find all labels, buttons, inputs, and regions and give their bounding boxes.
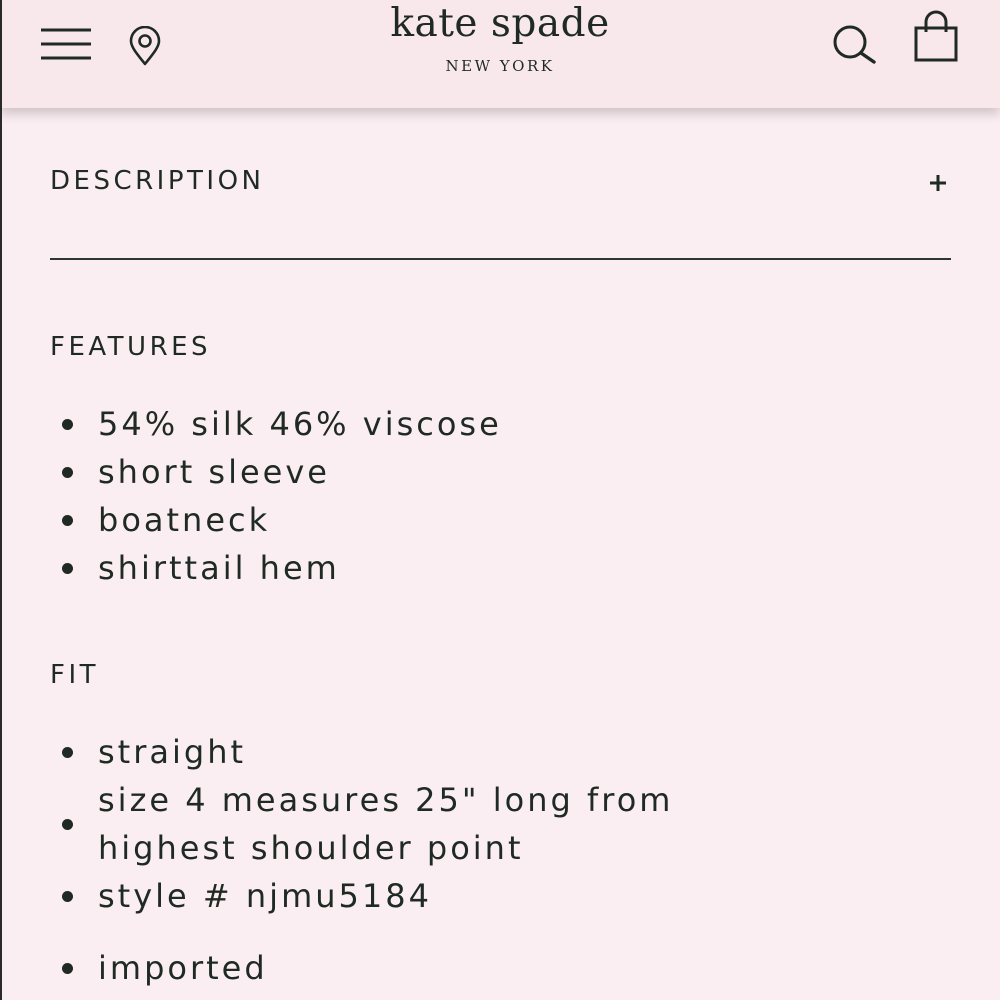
list-item-text: size 4 measures 25" long from highest sh… <box>98 781 674 867</box>
bullet-icon <box>62 467 73 478</box>
list-item-text: 54% silk 46% viscose <box>98 405 502 443</box>
list-item: size 4 measures 25" long from highest sh… <box>50 776 950 872</box>
bullet-icon <box>62 747 73 758</box>
brand-name: kate spade <box>390 1 610 46</box>
brand-tagline: NEW YORK <box>445 57 555 75</box>
brand-logo[interactable]: kate spade NEW YORK <box>300 0 700 75</box>
menu-icon[interactable] <box>40 26 92 62</box>
shopping-bag-icon[interactable] <box>912 10 960 64</box>
list-item: shirttail hem <box>50 544 950 592</box>
bullet-icon <box>62 963 73 974</box>
list-item-text: style # njmu5184 <box>98 877 432 915</box>
list-item: style # njmu5184 <box>50 872 950 920</box>
list-item: boatneck <box>50 496 950 544</box>
list-item-text: imported <box>98 949 268 987</box>
search-icon[interactable] <box>830 22 878 66</box>
list-item-text: straight <box>98 733 247 771</box>
list-item-text: short sleeve <box>98 453 330 491</box>
features-list: 54% silk 46% viscose short sleeve boatne… <box>50 400 950 592</box>
left-edge-border <box>0 0 2 1000</box>
list-item: short sleeve <box>50 448 950 496</box>
fit-heading: FIT <box>50 660 100 690</box>
features-heading: FEATURES <box>50 332 212 362</box>
plus-icon[interactable] <box>929 174 947 192</box>
description-accordion[interactable]: DESCRIPTION <box>50 140 951 260</box>
bullet-icon <box>62 515 73 526</box>
bullet-icon <box>62 819 73 830</box>
location-pin-icon[interactable] <box>128 25 162 66</box>
bullet-icon <box>62 563 73 574</box>
description-title: DESCRIPTION <box>50 166 265 196</box>
site-header: kate spade NEW YORK <box>0 0 1000 108</box>
bullet-icon <box>62 891 73 902</box>
list-item: 54% silk 46% viscose <box>50 400 950 448</box>
list-item-text: boatneck <box>98 501 271 539</box>
list-item: straight <box>50 728 950 776</box>
list-item: imported <box>50 944 950 992</box>
list-item-text: shirttail hem <box>98 549 340 587</box>
bullet-icon <box>62 419 73 430</box>
fit-list: straight size 4 measures 25" long from h… <box>50 728 950 992</box>
